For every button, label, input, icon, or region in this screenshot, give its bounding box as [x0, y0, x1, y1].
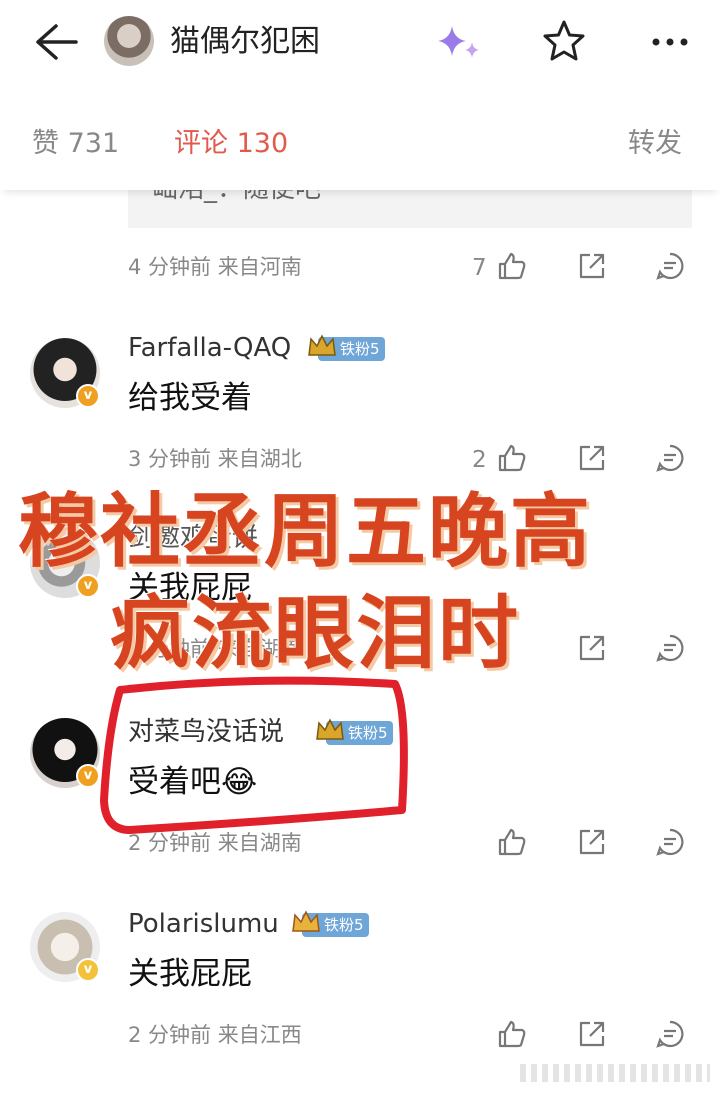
like-icon[interactable]	[496, 1018, 528, 1050]
author-avatar[interactable]	[104, 16, 154, 66]
like-count: 7	[472, 255, 487, 281]
commenter-name[interactable]: Farfalla-QAQ	[128, 330, 291, 366]
watermark	[520, 1064, 710, 1082]
share-icon[interactable]	[576, 826, 608, 858]
reply-icon[interactable]	[654, 632, 686, 664]
verified-badge-icon: v	[76, 958, 100, 982]
comment-text: 关我屁屁	[128, 956, 252, 992]
share-icon[interactable]	[576, 632, 608, 664]
comment-meta: 2 分钟前 来自江西	[128, 1023, 302, 1047]
like-icon[interactable]	[496, 826, 528, 858]
reply-icon[interactable]	[654, 1018, 686, 1050]
like-icon[interactable]	[496, 442, 528, 474]
favorite-star-icon[interactable]	[540, 18, 588, 64]
like-icon[interactable]	[496, 250, 528, 282]
share-icon[interactable]	[576, 442, 608, 474]
comment-meta: 4 分钟前 来自河南	[128, 255, 302, 279]
back-arrow-icon[interactable]	[30, 20, 80, 64]
reply-icon[interactable]	[654, 442, 686, 474]
more-options-icon[interactable]	[648, 22, 692, 62]
share-icon[interactable]	[576, 250, 608, 282]
highlight-loop-annotation	[100, 676, 408, 834]
crown-icon	[292, 910, 320, 932]
commenter-name[interactable]: Polarislumu	[128, 906, 279, 942]
overlay-caption-line1: 穆社丞周五晚高	[18, 485, 592, 578]
page-title: 猫偶尔犯困	[170, 24, 320, 59]
overlay-caption-line2: 疯流眼泪时	[110, 587, 520, 680]
fan-level-badge: 铁粉5	[292, 910, 369, 937]
comment-text: 给我受着	[128, 380, 252, 416]
verified-badge-icon: v	[76, 384, 100, 408]
like-count: 2	[472, 447, 487, 473]
crown-icon	[308, 334, 336, 356]
fan-level-badge: 铁粉5	[308, 334, 385, 361]
top-bar: 猫偶尔犯困	[0, 0, 720, 90]
tab-comments[interactable]: 评论 130	[174, 124, 288, 164]
reply-icon[interactable]	[654, 250, 686, 282]
comment-meta: 3 分钟前 来自湖北	[128, 447, 302, 471]
ai-sparkle-icon[interactable]	[434, 22, 484, 62]
tab-bar: 赞 731 评论 130 转发	[0, 100, 720, 190]
tab-likes[interactable]: 赞 731	[32, 124, 119, 164]
reply-icon[interactable]	[654, 826, 686, 858]
tab-reposts[interactable]: 转发	[628, 124, 682, 164]
share-icon[interactable]	[576, 1018, 608, 1050]
